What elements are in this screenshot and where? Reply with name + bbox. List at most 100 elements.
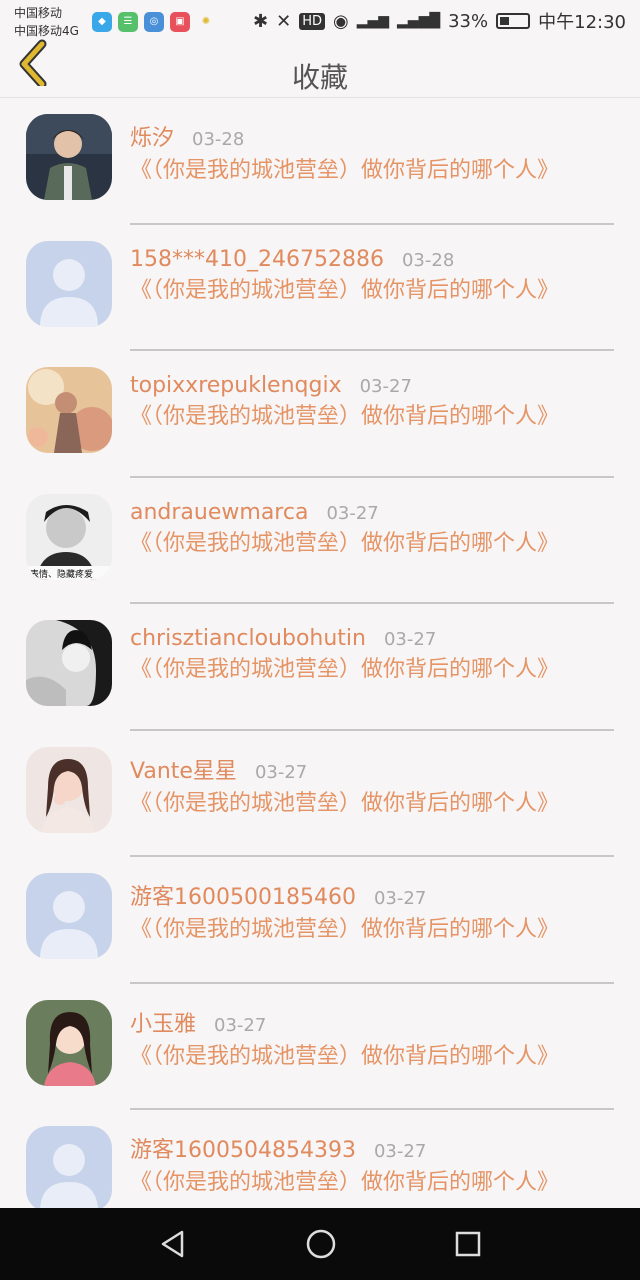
favorites-list: 烁汐 03-28 《（你是我的城池营垒）做你背后的哪个人》 158***410_246… xyxy=(0,98,640,1208)
user-name[interactable]: 游客1600504854393 xyxy=(130,1132,356,1164)
eye-icon: ◉ xyxy=(333,10,349,32)
carrier-1: 中国移动 xyxy=(14,6,63,20)
wifi-app-icon: ◎ xyxy=(144,12,164,32)
header: 收藏 xyxy=(0,39,640,98)
item-date: 03-27 xyxy=(214,1014,267,1036)
item-date: 03-27 xyxy=(326,502,379,524)
avatar[interactable] xyxy=(26,1126,112,1208)
user-name[interactable]: topixxrepuklenqgix xyxy=(130,373,342,398)
item-text[interactable]: 《（你是我的城池营垒）做你背后的哪个人》 xyxy=(130,1042,590,1072)
item-content: 烁汐 03-28 《（你是我的城池营垒）做你背后的哪个人》 xyxy=(130,120,614,225)
user-name[interactable]: 158***410_246752886 xyxy=(130,247,384,272)
list-item[interactable]: 游客1600500185460 03-27 《（你是我的城池营垒）做你背后的哪个人》 xyxy=(0,857,640,984)
item-content: andrauewmarca 03-27 《（你是我的城池营垒）做你背后的哪个人》 xyxy=(130,500,614,604)
mute-icon: ✕ xyxy=(276,10,292,32)
item-date: 03-27 xyxy=(373,888,427,909)
user-name[interactable]: chrisztiancloubohutin xyxy=(130,626,366,651)
item-text[interactable]: 《（你是我的城池营垒）做你背后的哪个人》 xyxy=(130,789,590,819)
svg-text:表情、隐藏疼爱: 表情、隐藏疼爱 xyxy=(30,568,93,580)
avatar[interactable] xyxy=(26,240,112,327)
avatar-image xyxy=(26,873,112,959)
list-item[interactable]: 烁汐 03-28 《（你是我的城池营垒）做你背后的哪个人》 xyxy=(0,98,640,225)
system-status: ✱ ✕ HD ◉ ▂▄▆ ▂▄▆█ 33% 中午12:30 xyxy=(253,8,626,34)
list-item[interactable]: topixxrepuklenqgix 03-27 《（你是我的城池营垒）做你背后的哪… xyxy=(0,351,640,478)
item-text[interactable]: 《（你是我的城池营垒）做你背后的哪个人》 xyxy=(130,1168,590,1198)
bulb-icon: ✺ xyxy=(201,16,211,27)
list-item[interactable]: chrisztiancloubohutin 03-27 《（你是我的城池营垒）做你背… xyxy=(0,604,640,731)
avatar-image xyxy=(26,367,112,453)
shield-app-icon: ◆ xyxy=(92,12,112,32)
avatar-image xyxy=(26,746,112,833)
avatar[interactable] xyxy=(26,746,112,833)
user-name[interactable]: Vante星星 xyxy=(130,753,237,785)
list-item[interactable]: Vante星星 03-27 《（你是我的城池营垒）做你背后的哪个人》 xyxy=(0,731,640,857)
user-name[interactable]: 游客1600500185460 xyxy=(130,879,356,911)
name-row: 游客1600504854393 03-27 xyxy=(130,1132,614,1164)
list-item[interactable]: 158***410_246752886 03-28 《（你是我的城池营垒）做你背后的… xyxy=(0,225,640,351)
square-recent-icon xyxy=(455,1231,480,1257)
item-text[interactable]: 《（你是我的城池营垒）做你背后的哪个人》 xyxy=(130,402,590,432)
battery-icon xyxy=(496,13,531,29)
name-row: chrisztiancloubohutin 03-27 xyxy=(130,626,614,651)
triangle-back-icon xyxy=(162,1230,184,1258)
name-row: 烁汐 03-28 xyxy=(130,120,614,152)
item-date: 03-28 xyxy=(401,249,455,271)
item-content: 小玉雅 03-27 《（你是我的城池营垒）做你背后的哪个人》 xyxy=(130,1006,614,1110)
item-content: 游客1600504854393 03-27 《（你是我的城池营垒）做你背后的哪个人》 xyxy=(130,1132,614,1208)
list-item[interactable]: 游客1600504854393 03-27 《（你是我的城池营垒）做你背后的哪个人》 xyxy=(0,1110,640,1208)
avatar[interactable]: 表情、隐藏疼爱 xyxy=(26,493,112,580)
avatar-image xyxy=(26,114,112,200)
name-row: 小玉雅 03-27 xyxy=(130,1006,614,1038)
nav-back-button[interactable] xyxy=(158,1229,188,1259)
list-item[interactable]: 小玉雅 03-27 《（你是我的城池营垒）做你背后的哪个人》 xyxy=(0,984,640,1110)
item-content: Vante星星 03-27 《（你是我的城池营垒）做你背后的哪个人》 xyxy=(130,753,614,857)
signal-icon: ▂▄▆ xyxy=(356,13,390,29)
avatar[interactable] xyxy=(26,114,112,200)
avatar[interactable] xyxy=(26,999,112,1086)
clock: 中午12:30 xyxy=(538,12,626,33)
list-item[interactable]: 表情、隐藏疼爱 andrauewmarca 03-27 《（你是我的城池营垒）做你背后… xyxy=(0,478,640,604)
name-row: 游客1600500185460 03-27 xyxy=(130,879,614,911)
status-bar: 中国移动 中国移动4G ◆ ☰ ◎ ▣ ✺ ✱ ✕ HD ◉ ▂▄▆ ▂▄▆█ … xyxy=(0,0,640,44)
name-row: topixxrepuklenqgix 03-27 xyxy=(130,373,614,398)
nav-recent-button[interactable] xyxy=(454,1230,482,1258)
item-text[interactable]: 《（你是我的城池营垒）做你背后的哪个人》 xyxy=(130,276,590,306)
item-text[interactable]: 《（你是我的城池营垒）做你背后的哪个人》 xyxy=(130,915,590,945)
name-row: Vante星星 03-27 xyxy=(130,753,614,785)
page-title: 收藏 xyxy=(291,61,348,94)
item-content: 158***410_246752886 03-28 《（你是我的城池营垒）做你背后的… xyxy=(130,247,614,351)
avatar[interactable] xyxy=(26,873,112,959)
item-date: 03-27 xyxy=(359,376,412,397)
navigation-bar xyxy=(0,1208,640,1280)
item-text[interactable]: 《（你是我的城池营垒）做你背后的哪个人》 xyxy=(130,655,590,685)
notification-icons: ◆ ☰ ◎ ▣ ✺ xyxy=(92,12,216,32)
avatar[interactable] xyxy=(26,620,112,706)
item-content: 游客1600500185460 03-27 《（你是我的城池营垒）做你背后的哪个人》 xyxy=(130,879,614,984)
item-text[interactable]: 《（你是我的城池营垒）做你背后的哪个人》 xyxy=(130,156,590,186)
user-name[interactable]: 烁汐 xyxy=(130,120,174,152)
red-app-icon: ▣ xyxy=(170,12,190,32)
user-name[interactable]: 小玉雅 xyxy=(130,1006,196,1038)
nav-home-button[interactable] xyxy=(305,1228,337,1260)
avatar-image xyxy=(26,240,112,327)
item-date: 03-27 xyxy=(254,761,308,783)
item-content: topixxrepuklenqgix 03-27 《（你是我的城池营垒）做你背后的哪… xyxy=(130,373,614,478)
battery-percent: 33% xyxy=(448,10,489,32)
bluetooth-icon: ✱ xyxy=(253,10,269,32)
circle-home-icon xyxy=(306,1229,336,1259)
item-date: 03-27 xyxy=(373,1141,427,1162)
avatar[interactable] xyxy=(26,367,112,453)
avatar-image: 表情、隐藏疼爱 xyxy=(26,493,112,580)
carrier-info: 中国移动 中国移动4G xyxy=(14,4,79,40)
user-name[interactable]: andrauewmarca xyxy=(130,500,308,525)
avatar-image xyxy=(26,1126,112,1208)
chat-app-icon: ☰ xyxy=(118,12,138,32)
avatar-image xyxy=(26,620,112,706)
hd-icon: HD xyxy=(299,12,325,30)
item-text[interactable]: 《（你是我的城池营垒）做你背后的哪个人》 xyxy=(130,529,590,559)
item-content: chrisztiancloubohutin 03-27 《（你是我的城池营垒）做你背… xyxy=(130,626,614,731)
name-row: 158***410_246752886 03-28 xyxy=(130,247,614,272)
avatar-image xyxy=(26,999,112,1086)
item-date: 03-27 xyxy=(383,629,437,650)
name-row: andrauewmarca 03-27 xyxy=(130,500,614,525)
